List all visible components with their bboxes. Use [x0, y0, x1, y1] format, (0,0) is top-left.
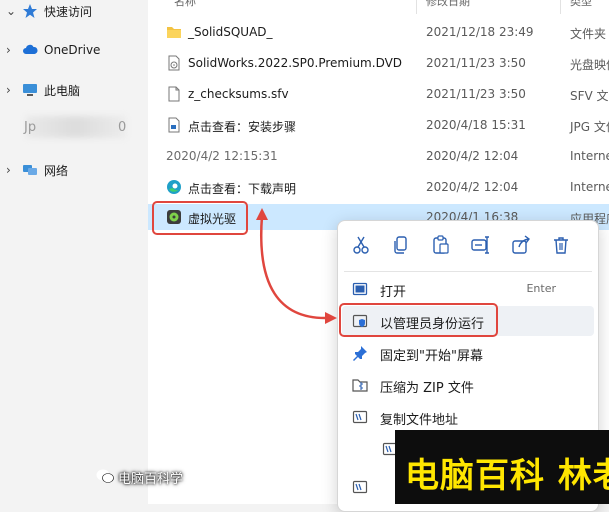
image-file-icon: [168, 117, 180, 133]
file-name: _SolidSQUAD_: [188, 25, 273, 39]
file-row[interactable]: 2020/4/2 12:15:31 2020/4/2 12:04 Interne…: [148, 143, 609, 169]
cut-icon[interactable]: [350, 234, 372, 256]
paste-icon[interactable]: [430, 234, 452, 256]
nav-label: 此电脑: [44, 83, 81, 98]
file-type: SFV 文件: [570, 89, 609, 103]
menu-item-label: 复制文件地址: [380, 413, 459, 428]
open-icon: [352, 282, 368, 296]
nav-item-network[interactable]: › 网络: [0, 159, 148, 181]
blurred-text: 0: [118, 120, 127, 135]
menu-item-label: 压缩为 ZIP 文件: [380, 381, 474, 396]
file-type: Internet: [570, 180, 609, 194]
chevron-right-icon[interactable]: ›: [6, 83, 11, 97]
file-date: 2021/11/23 3:50: [426, 87, 526, 101]
monitor-icon: [23, 84, 37, 96]
menu-item-compress-zip[interactable]: 压缩为 ZIP 文件: [342, 370, 594, 400]
network-icon: [23, 165, 37, 175]
file-type: Internet: [570, 149, 609, 163]
rename-icon[interactable]: [470, 234, 492, 256]
watermark-banner-text: 电脑百科 林老师: [405, 456, 609, 496]
menu-separator: [344, 271, 592, 272]
file-date: 2021/12/18 23:49: [426, 25, 534, 39]
column-divider[interactable]: [560, 0, 561, 14]
file-date: 2021/11/23 3:50: [426, 56, 526, 70]
file-icon: [168, 86, 180, 102]
file-type: 文件夹: [570, 27, 607, 41]
file-date: 2020/4/2 12:04: [426, 149, 519, 163]
menu-item-pin-to-start[interactable]: 固定到"开始"屏幕: [342, 338, 594, 368]
file-row[interactable]: 点击查看：下载声明 2020/4/2 12:04 Internet: [148, 174, 609, 200]
nav-label: OneDrive: [44, 43, 101, 57]
share-icon[interactable]: [510, 234, 532, 256]
column-divider[interactable]: [416, 0, 417, 14]
blurred-text: Jp: [24, 120, 37, 135]
folder-icon: [167, 27, 181, 38]
nav-item-quick-access[interactable]: ⌄ 快速访问: [0, 0, 148, 22]
path-icon: [352, 410, 368, 424]
menu-item-shortcut: Enter: [526, 282, 556, 295]
highlight-box-run-as-admin: [339, 303, 498, 337]
file-name: 2020/4/2 12:15:31: [166, 149, 278, 163]
nav-label: 网络: [44, 163, 69, 178]
file-row[interactable]: _SolidSQUAD_ 2021/12/18 23:49 文件夹: [148, 19, 609, 45]
nav-item-onedrive[interactable]: › OneDrive: [0, 39, 148, 61]
menu-item-open[interactable]: 打开 Enter: [342, 274, 594, 304]
file-row[interactable]: SolidWorks.2022.SP0.Premium.DVD 2021/11/…: [148, 50, 609, 76]
file-name: 点击查看：安装步骤: [188, 120, 297, 134]
delete-icon[interactable]: [550, 234, 572, 256]
file-name: 点击查看：下载声明: [188, 182, 297, 196]
file-date: 2020/4/2 12:04: [426, 180, 519, 194]
wechat-icon: [96, 469, 114, 483]
chevron-right-icon[interactable]: ›: [6, 163, 11, 177]
zip-icon: [352, 379, 368, 392]
disc-image-icon: [168, 55, 180, 71]
pin-icon: [353, 346, 367, 361]
star-icon: [23, 4, 37, 18]
column-header-type[interactable]: 类型: [570, 0, 592, 10]
chevron-down-icon[interactable]: ⌄: [6, 4, 16, 18]
file-name: z_checksums.sfv: [188, 87, 289, 101]
chevron-right-icon[interactable]: ›: [6, 43, 11, 57]
blurred-drive-label: [26, 116, 126, 138]
column-header-date[interactable]: 修改日期: [426, 0, 470, 10]
file-type: JPG 文件: [570, 120, 609, 134]
file-date: 2020/4/18 15:31: [426, 118, 526, 132]
nav-item-this-pc[interactable]: › 此电脑: [0, 79, 148, 101]
watermark-source-text: 电脑百科学: [118, 472, 184, 487]
cloud-icon: [23, 44, 38, 54]
path-icon: [352, 480, 368, 494]
navigation-pane: ⌄ 快速访问 › OneDrive › 此电脑 Jp 0 › 网络: [0, 0, 148, 504]
edge-icon: [167, 180, 181, 194]
file-type: 光盘映像: [570, 58, 609, 72]
copy-icon[interactable]: [390, 234, 412, 256]
column-header-name[interactable]: 名称: [174, 0, 196, 10]
file-name: SolidWorks.2022.SP0.Premium.DVD: [188, 56, 403, 70]
menu-item-label: 固定到"开始"屏幕: [380, 349, 483, 364]
context-menu-toolbar: [338, 221, 598, 271]
watermark-banner: 电脑百科 林老师: [395, 430, 609, 504]
nav-label: 快速访问: [44, 4, 93, 19]
file-row[interactable]: 点击查看：安装步骤 2020/4/18 15:31 JPG 文件: [148, 112, 609, 138]
menu-item-copy-path[interactable]: 复制文件地址: [342, 402, 594, 432]
menu-item-label: 打开: [380, 285, 407, 300]
file-row[interactable]: z_checksums.sfv 2021/11/23 3:50 SFV 文件: [148, 81, 609, 107]
highlight-box-file: [152, 201, 248, 235]
